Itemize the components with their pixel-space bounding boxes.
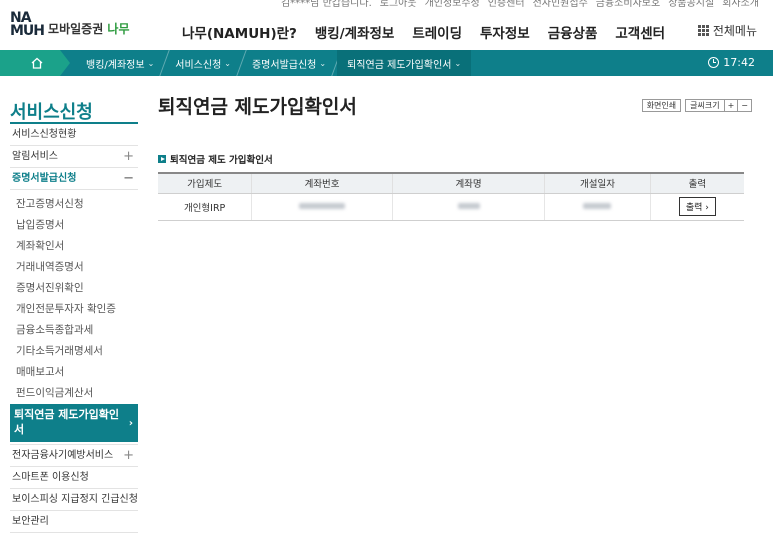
submenu-item[interactable]: 기타소득거래명세서 — [16, 341, 138, 362]
print-button[interactable]: 출력 › — [678, 197, 716, 216]
breadcrumb-item-banking[interactable]: 뱅킹/계좌정보 ⌄ — [76, 50, 164, 76]
breadcrumb-item-service[interactable]: 서비스신청 ⌄ — [165, 50, 241, 76]
session-timer: 17:42 — [708, 56, 755, 69]
font-decrease-button[interactable]: − — [737, 100, 751, 111]
submenu-item[interactable]: 납입증명서 — [16, 215, 138, 236]
column-header: 가입제도 — [158, 172, 252, 194]
logo[interactable]: NA MUH 모바일증권 나무 — [10, 10, 130, 39]
sidebar-item-status[interactable]: 서비스신청현황 — [10, 124, 138, 146]
all-menu-label: 전체메뉴 — [712, 24, 757, 38]
logo-mark: NA MUH — [10, 10, 45, 39]
nav-item-trading[interactable]: 트레이딩 — [412, 22, 462, 42]
logout-link[interactable]: 로그아웃 — [380, 0, 417, 8]
account-name-cell — [391, 193, 545, 221]
utility-bar: 김****님 반갑습니다. 로그아웃 개인정보수정 인증센터 전자민원접수 금융… — [0, 0, 773, 8]
submenu-item[interactable]: 매매보고서 — [16, 362, 138, 383]
bullet-arrow-icon — [158, 155, 166, 163]
page-tools: 화면인쇄 글씨크기 + − — [641, 99, 752, 112]
submenu-item[interactable]: 개인전문투자자 확인증 — [16, 299, 138, 320]
open-date-cell — [544, 193, 651, 221]
sidebar-submenu: 잔고증명서신청 납입증명서 계좌확인서 거래내역증명서 증명서진위확인 개인전문… — [10, 190, 138, 445]
column-header: 출력 — [649, 172, 744, 194]
nav-item-products[interactable]: 금융상품 — [548, 22, 598, 42]
sidebar-title: 서비스신청 — [10, 96, 138, 124]
utility-link[interactable]: 전자민원접수 — [533, 0, 588, 8]
print-cell: 출력 › — [649, 193, 744, 221]
font-size-control: 글씨크기 + − — [685, 99, 752, 112]
breadcrumb: 뱅킹/계좌정보 ⌄ 서비스신청 ⌄ 증명서발급신청 ⌄ 퇴직연금 제도가입확인서 ⌄ 1… — [0, 50, 773, 76]
account-number-cell — [251, 193, 393, 221]
plus-icon: + — [123, 448, 134, 463]
breadcrumb-item-current[interactable]: 퇴직연금 제도가입확인서 ⌄ — [337, 50, 472, 76]
plan-type-cell: 개인형IRP — [158, 193, 252, 221]
utility-link[interactable]: 상품공시실 — [668, 0, 714, 8]
font-size-label: 글씨크기 — [690, 101, 720, 110]
certificate-table: 가입제도 계좌번호 계좌명 개설일자 출력 개인형IRP 출력 › — [158, 172, 744, 221]
submenu-item[interactable]: 계좌확인서 — [16, 236, 138, 257]
column-header: 개설일자 — [544, 172, 651, 194]
plus-icon: + — [123, 149, 134, 164]
column-header: 계좌명 — [391, 172, 545, 194]
clock-icon — [708, 57, 720, 68]
home-button[interactable] — [0, 50, 70, 76]
column-header: 계좌번호 — [251, 172, 393, 194]
grid-icon — [697, 25, 709, 36]
utility-link[interactable]: 개인정보수정 — [425, 0, 480, 8]
sidebar-item-security[interactable]: 보안관리 — [10, 511, 138, 533]
sidebar-item-certificates[interactable]: 증명서발급신청 − — [10, 168, 138, 190]
header: NA MUH 모바일증권 나무 나무(NAMUH)란? 뱅킹/계좌정보 트레이딩… — [0, 10, 773, 50]
utility-link[interactable]: 인증센터 — [488, 0, 525, 8]
nav-item-namuh[interactable]: 나무(NAMUH)란? — [182, 22, 297, 42]
sidebar-item-smartphone[interactable]: 스마트폰 이용신청 — [10, 467, 138, 489]
submenu-item[interactable]: 잔고증명서신청 — [16, 194, 138, 215]
table-row: 개인형IRP 출력 › — [158, 193, 744, 221]
submenu-item[interactable]: 펀드이익금계산서 — [16, 383, 138, 404]
font-increase-button[interactable]: + — [723, 100, 738, 111]
utility-link[interactable]: 회사소개 — [722, 0, 759, 8]
all-menu-button[interactable]: 전체메뉴 — [697, 22, 757, 39]
section-title: 퇴직연금 제도 가입확인서 — [158, 152, 273, 166]
submenu-item[interactable]: 금융소득종합과세 — [16, 320, 138, 341]
sidebar-item-alerts[interactable]: 알림서비스 + — [10, 146, 138, 168]
breadcrumb-item-certificate[interactable]: 증명서발급신청 ⌄ — [242, 50, 336, 76]
logo-label: 모바일증권 나무 — [48, 22, 130, 36]
minus-icon: − — [123, 171, 134, 186]
chevron-down-icon: ⌄ — [319, 58, 327, 68]
submenu-item[interactable]: 거래내역증명서 — [16, 257, 138, 278]
chevron-down-icon: ⌄ — [147, 58, 155, 68]
main-content: 퇴직연금 제도가입확인서 화면인쇄 글씨크기 + − 퇴직연금 제도 가입확인서… — [158, 92, 758, 221]
chevron-right-icon: › — [128, 418, 133, 429]
greeting-text: 김****님 반갑습니다. — [280, 0, 372, 8]
chevron-down-icon: ⌄ — [224, 58, 231, 68]
nav-item-banking[interactable]: 뱅킹/계좌정보 — [315, 22, 394, 42]
nav-item-invest-info[interactable]: 투자정보 — [480, 22, 530, 42]
chevron-down-icon: ⌄ — [454, 58, 462, 68]
sidebar: 서비스신청 서비스신청현황 알림서비스 + 증명서발급신청 − 잔고증명서신청 납입… — [10, 96, 138, 533]
print-screen-button[interactable]: 화면인쇄 — [641, 99, 682, 112]
home-icon — [31, 57, 43, 69]
utility-link[interactable]: 금융소비자보호 — [596, 0, 660, 8]
main-nav: 나무(NAMUH)란? 뱅킹/계좌정보 트레이딩 투자정보 금융상품 고객센터 — [182, 22, 665, 42]
session-time: 17:42 — [723, 56, 755, 69]
submenu-item-active[interactable]: 퇴직연금 제도가입확인서 › — [10, 404, 138, 442]
nav-item-customer-center[interactable]: 고객센터 — [615, 22, 665, 42]
sidebar-item-voice-phishing[interactable]: 보이스피싱 지급정지 긴급신청 — [10, 489, 138, 511]
sidebar-item-fraud-prevention[interactable]: 전자금융사기예방서비스 + — [10, 445, 138, 467]
submenu-item[interactable]: 증명서진위확인 — [16, 278, 138, 299]
